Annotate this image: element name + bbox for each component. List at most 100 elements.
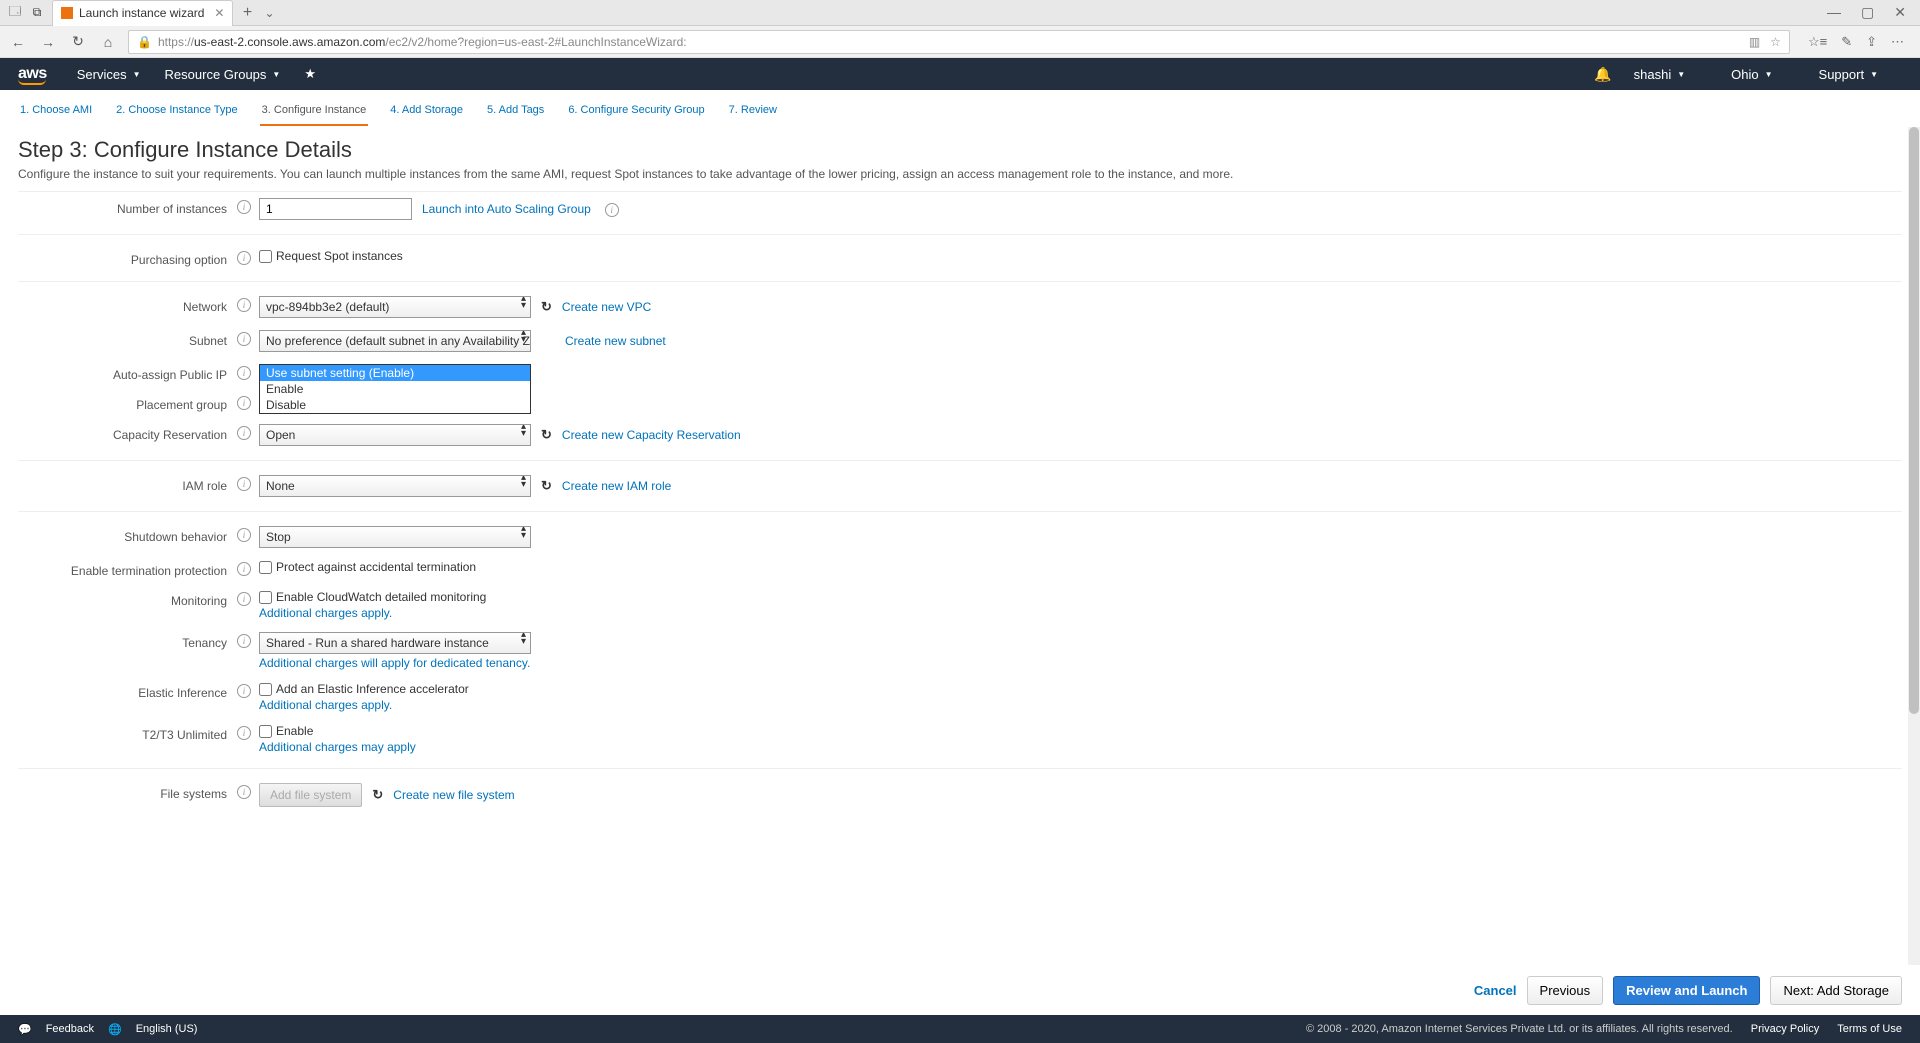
info-icon[interactable]: i xyxy=(237,396,251,410)
aws-favicon-icon xyxy=(61,7,73,19)
add-file-system-button: Add file system xyxy=(259,783,362,807)
label-capacity: Capacity Reservation xyxy=(18,424,233,442)
refresh-icon[interactable]: ↻ xyxy=(68,33,88,50)
info-icon[interactable]: i xyxy=(237,332,251,346)
info-icon[interactable]: i xyxy=(605,203,619,217)
window-maximize-icon[interactable]: ▢ xyxy=(1861,4,1874,21)
label-num-instances: Number of instances xyxy=(18,198,233,216)
url-input[interactable]: 🔒 https:// us-east-2.console.aws.amazon.… xyxy=(128,30,1790,54)
info-icon[interactable]: i xyxy=(237,726,251,740)
feedback-link[interactable]: Feedback xyxy=(46,1023,94,1035)
nav-support[interactable]: Support▼ xyxy=(1819,67,1878,82)
info-icon[interactable]: i xyxy=(237,251,251,265)
nav-services[interactable]: Services▼ xyxy=(77,67,141,82)
spot-checkbox[interactable]: Request Spot instances xyxy=(259,249,403,263)
subnet-select[interactable]: No preference (default subnet in any Ava… xyxy=(259,330,531,352)
star-icon[interactable]: ☆ xyxy=(1770,35,1781,49)
next-button[interactable]: Next: Add Storage xyxy=(1770,976,1902,1005)
info-icon[interactable]: i xyxy=(237,477,251,491)
globe-icon[interactable]: 🌐 xyxy=(108,1023,122,1036)
feedback-icon[interactable]: 💬 xyxy=(18,1023,32,1036)
info-icon[interactable]: i xyxy=(237,528,251,542)
elastic-checkbox[interactable]: Add an Elastic Inference accelerator xyxy=(259,682,469,696)
aws-top-nav: aws Services▼ Resource Groups▼ ★ 🔔 shash… xyxy=(0,58,1920,90)
nav-user[interactable]: shashi▼ xyxy=(1634,67,1686,82)
create-iam-link[interactable]: Create new IAM role xyxy=(562,479,671,493)
wizard-content: Step 3: Configure Instance Details Confi… xyxy=(0,127,1920,965)
autoip-dropdown-open[interactable]: Use subnet setting (Enable) Enable Disab… xyxy=(259,364,531,414)
num-instances-input[interactable] xyxy=(259,198,412,220)
reading-view-icon[interactable]: ▥ xyxy=(1749,35,1760,49)
chevron-down-icon: ▼ xyxy=(1765,70,1773,79)
create-subnet-link[interactable]: Create new subnet xyxy=(565,334,666,348)
scrollbar[interactable] xyxy=(1908,127,1920,965)
nav-resource-groups[interactable]: Resource Groups▼ xyxy=(165,67,281,82)
info-icon[interactable]: i xyxy=(237,200,251,214)
monitoring-note-link[interactable]: Additional charges apply. xyxy=(259,606,392,620)
share-icon[interactable]: ⇪ xyxy=(1866,34,1877,50)
tab-chevron-icon[interactable]: ⌄ xyxy=(261,5,277,21)
privacy-link[interactable]: Privacy Policy xyxy=(1751,1023,1819,1035)
nav-pin-icon[interactable]: ★ xyxy=(304,66,316,82)
refresh-icon[interactable]: ↻ xyxy=(541,299,552,315)
refresh-icon[interactable]: ↻ xyxy=(372,787,383,803)
refresh-icon[interactable]: ↻ xyxy=(541,478,552,494)
bell-icon[interactable]: 🔔 xyxy=(1594,66,1611,83)
step-add-tags[interactable]: 5. Add Tags xyxy=(485,100,546,126)
tenancy-note-link[interactable]: Additional charges will apply for dedica… xyxy=(259,656,530,670)
info-icon[interactable]: i xyxy=(237,634,251,648)
iam-select[interactable]: None xyxy=(259,475,531,497)
tenancy-select[interactable]: Shared - Run a shared hardware instance xyxy=(259,632,531,654)
close-tab-icon[interactable]: ✕ xyxy=(214,6,224,20)
step-choose-instance-type[interactable]: 2. Choose Instance Type xyxy=(114,100,240,126)
info-icon[interactable]: i xyxy=(237,684,251,698)
forward-icon[interactable]: → xyxy=(38,34,58,50)
create-capacity-link[interactable]: Create new Capacity Reservation xyxy=(562,428,741,442)
info-icon[interactable]: i xyxy=(237,592,251,606)
terms-link[interactable]: Terms of Use xyxy=(1837,1023,1902,1035)
step-configure-instance[interactable]: 3. Configure Instance xyxy=(260,100,369,126)
notes-icon[interactable]: ✎ xyxy=(1841,34,1852,50)
more-icon[interactable]: ⋯ xyxy=(1891,34,1904,50)
info-icon[interactable]: i xyxy=(237,298,251,312)
t2t3-note-link[interactable]: Additional charges may apply xyxy=(259,740,416,754)
info-icon[interactable]: i xyxy=(237,785,251,799)
cancel-button[interactable]: Cancel xyxy=(1474,983,1517,998)
favorites-icon[interactable]: ☆≡ xyxy=(1808,34,1827,50)
capacity-select[interactable]: Open xyxy=(259,424,531,446)
launch-asg-link[interactable]: Launch into Auto Scaling Group xyxy=(422,202,591,216)
previous-button[interactable]: Previous xyxy=(1527,976,1604,1005)
create-vpc-link[interactable]: Create new VPC xyxy=(562,300,651,314)
browser-tab[interactable]: Launch instance wizard ✕ xyxy=(52,0,233,26)
shutdown-select[interactable]: Stop xyxy=(259,526,531,548)
info-icon[interactable]: i xyxy=(237,562,251,576)
window-minimize-icon[interactable]: — xyxy=(1827,4,1841,21)
review-launch-button[interactable]: Review and Launch xyxy=(1613,976,1760,1005)
elastic-note-link[interactable]: Additional charges apply. xyxy=(259,698,392,712)
window-close-icon[interactable]: ✕ xyxy=(1894,4,1906,21)
create-fs-link[interactable]: Create new file system xyxy=(393,788,514,802)
info-icon[interactable]: i xyxy=(237,366,251,380)
chevron-down-icon: ▼ xyxy=(1677,70,1685,79)
step-choose-ami[interactable]: 1. Choose AMI xyxy=(18,100,94,126)
nav-region[interactable]: Ohio▼ xyxy=(1731,67,1772,82)
back-icon[interactable]: ← xyxy=(8,34,28,50)
refresh-icon[interactable]: ↻ xyxy=(541,427,552,443)
step-review[interactable]: 7. Review xyxy=(727,100,779,126)
aws-logo[interactable]: aws xyxy=(18,65,47,83)
info-icon[interactable]: i xyxy=(237,426,251,440)
monitoring-checkbox[interactable]: Enable CloudWatch detailed monitoring xyxy=(259,590,486,604)
network-select[interactable]: vpc-894bb3e2 (default) xyxy=(259,296,531,318)
step-add-storage[interactable]: 4. Add Storage xyxy=(388,100,465,126)
language-select[interactable]: English (US) xyxy=(136,1023,198,1035)
autoip-option-disable[interactable]: Disable xyxy=(260,397,530,413)
home-icon[interactable]: ⌂ xyxy=(98,34,118,50)
scrollbar-thumb[interactable] xyxy=(1909,127,1919,714)
new-tab-icon[interactable]: + xyxy=(239,5,255,21)
t2t3-checkbox[interactable]: Enable xyxy=(259,724,313,738)
autoip-option-enable[interactable]: Enable xyxy=(260,381,530,397)
label-iam: IAM role xyxy=(18,475,233,493)
step-security-group[interactable]: 6. Configure Security Group xyxy=(566,100,706,126)
autoip-option-use-subnet[interactable]: Use subnet setting (Enable) xyxy=(260,365,530,381)
termprot-checkbox[interactable]: Protect against accidental termination xyxy=(259,560,476,574)
